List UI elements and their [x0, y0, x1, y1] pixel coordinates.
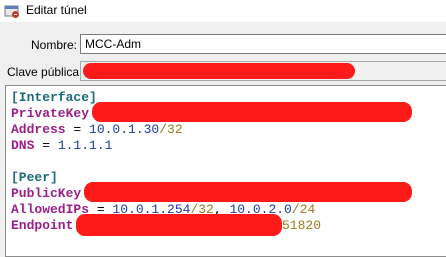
name-input[interactable]	[80, 34, 446, 54]
title-bar: Editar túnel	[0, 0, 446, 22]
peer-section-header: [Peer]	[11, 170, 58, 185]
dns-equals: =	[34, 138, 58, 153]
peer-public-key-redaction	[84, 182, 412, 202]
peer-line: [Peer]	[11, 170, 58, 186]
endpoint-redaction	[76, 214, 282, 236]
address-equals: =	[65, 122, 90, 137]
dns-value: 1.1.1.1	[57, 138, 113, 153]
dns-line: DNS = 1.1.1.1	[11, 138, 112, 154]
private-key-redaction	[92, 102, 412, 122]
address-mask: /32	[159, 122, 183, 137]
allowed-ips-key: AllowedIPs	[11, 202, 90, 217]
wireguard-window-icon	[4, 5, 19, 18]
address-key: Address	[11, 122, 66, 137]
allowed-mask-2: /24	[291, 202, 316, 217]
endpoint-port: 51820	[282, 218, 322, 233]
interface-line: [Interface]	[11, 90, 97, 106]
name-label: Nombre:	[31, 38, 78, 52]
endpoint-key: Endpoint	[11, 218, 74, 233]
address-ip: 10.0.1.30	[89, 122, 160, 137]
config-editor[interactable]: [Interface] PrivateKey = Address = 10.0.…	[5, 85, 446, 257]
window-title: Editar túnel	[26, 3, 87, 17]
private-key-key: PrivateKey	[11, 106, 90, 121]
peer-public-key-key: PublicKey	[11, 186, 82, 201]
address-line: Address = 10.0.1.30/32	[11, 122, 183, 138]
edit-tunnel-form: Nombre: Clave pública: [Interface] Priva…	[0, 22, 446, 257]
public-key-field[interactable]	[80, 61, 446, 81]
dns-key: DNS	[11, 138, 35, 153]
interface-section-header: [Interface]	[11, 90, 97, 105]
public-key-redaction	[83, 63, 355, 79]
public-key-label: Clave pública:	[7, 65, 83, 79]
